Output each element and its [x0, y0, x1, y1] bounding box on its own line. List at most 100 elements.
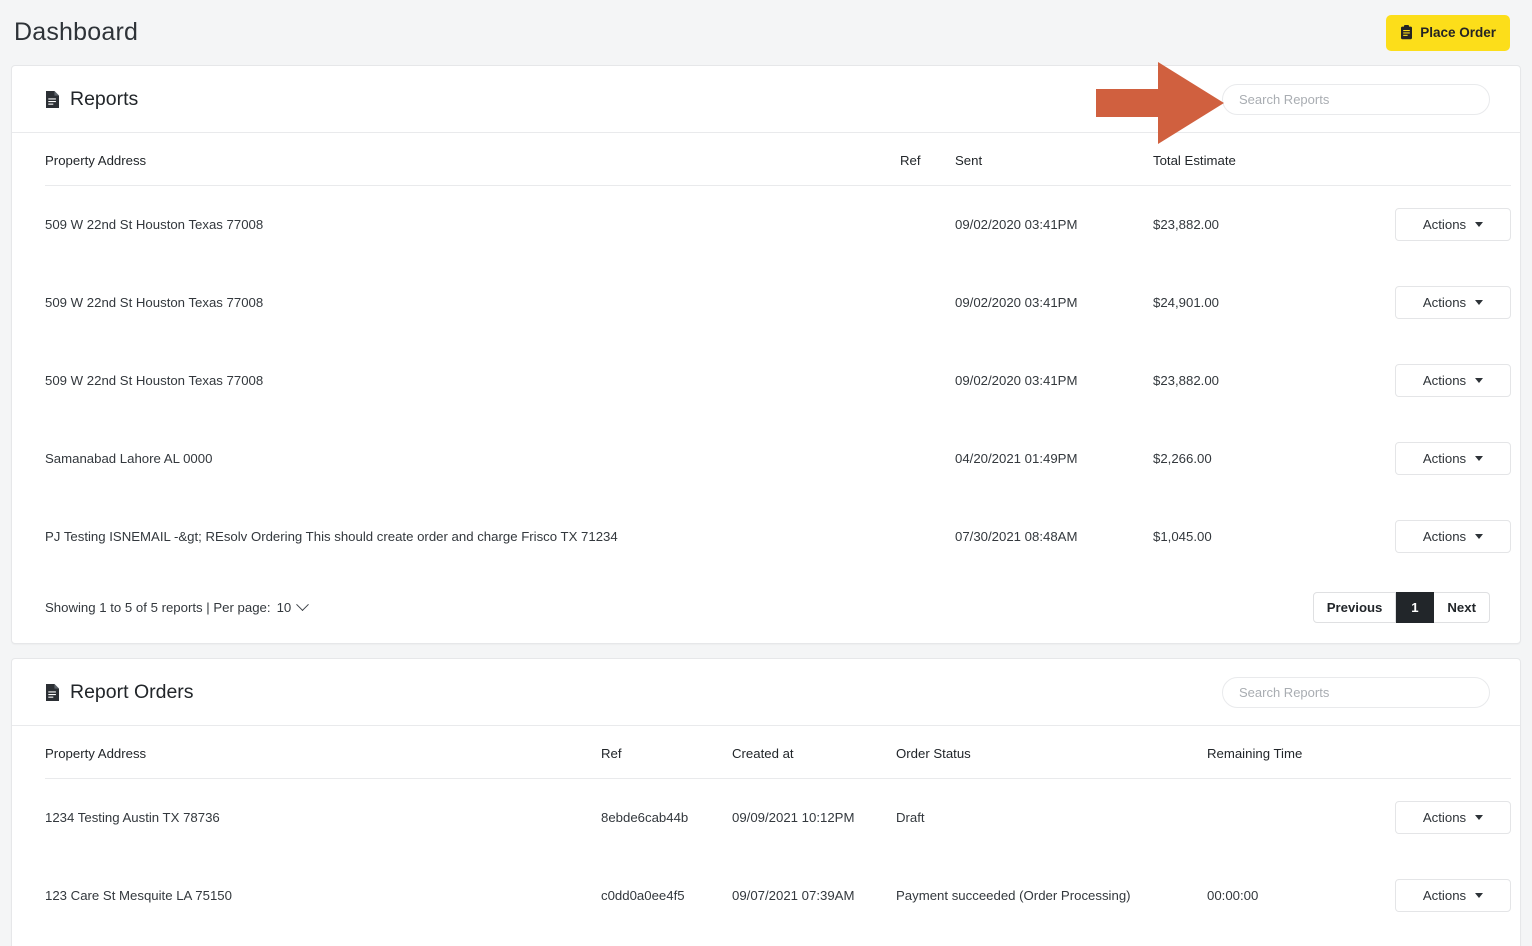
col-total-estimate: Total Estimate — [1153, 133, 1308, 186]
cell-ref — [900, 264, 955, 342]
cell-sent: 04/20/2021 01:49PM — [955, 451, 1078, 466]
cell-order-status: Payment succeeded (Order Processing) — [896, 888, 1131, 903]
reports-table-header-row: Property Address Ref Sent Total Estimate — [45, 133, 1511, 186]
place-order-label: Place Order — [1420, 25, 1496, 40]
reports-title-text: Reports — [70, 87, 139, 110]
chevron-down-icon — [1475, 300, 1484, 305]
table-row[interactable]: 509 W 22nd St Houston Texas 77008 09/02/… — [45, 264, 1511, 342]
showing-summary: Showing 1 to 5 of 5 reports | Per page: … — [45, 598, 310, 615]
actions-label: Actions — [1422, 529, 1467, 544]
cell-total: $23,882.00 — [1153, 217, 1220, 232]
cell-total: $23,882.00 — [1153, 373, 1220, 388]
report-orders-title-text: Report Orders — [70, 680, 194, 703]
cell-order-status: Draft — [896, 810, 925, 825]
actions-button[interactable]: Actions — [1395, 286, 1511, 319]
actions-label: Actions — [1422, 810, 1467, 825]
col-created-at: Created at — [732, 726, 896, 779]
report-orders-card-header: Report Orders — [12, 659, 1520, 726]
actions-button[interactable]: Actions — [1395, 442, 1511, 475]
table-row[interactable]: 123 Care St Link 1 Lahore OK 54000 11f93… — [45, 935, 1511, 946]
reports-card-header: Reports — [12, 66, 1520, 133]
cell-address: PJ Testing ISNEMAIL -&gt; REsolv Orderin… — [45, 529, 618, 544]
dashboard-page: Dashboard Place Order Reports Search Rep… — [0, 0, 1532, 946]
cell-ref — [900, 342, 955, 420]
actions-button[interactable]: Actions — [1395, 801, 1511, 834]
cell-ref: 8ebde6cab44b — [601, 810, 689, 825]
report-orders-card: Report Orders Property Address Ref Creat… — [11, 658, 1521, 946]
chevron-down-icon — [1475, 378, 1484, 383]
report-orders-header-row: Property Address Ref Created at Order St… — [45, 726, 1511, 779]
reports-search-input[interactable] — [1222, 83, 1490, 115]
cell-sent: 09/02/2020 03:41PM — [955, 373, 1078, 388]
report-orders-title: Report Orders — [45, 681, 194, 704]
place-order-button[interactable]: Place Order — [1386, 14, 1510, 51]
cell-remaining-time — [1207, 935, 1346, 946]
actions-button[interactable]: Actions — [1395, 364, 1511, 397]
page-title: Dashboard — [14, 18, 139, 46]
col-property-address: Property Address — [45, 133, 900, 186]
reports-table: Property Address Ref Sent Total Estimate… — [45, 133, 1511, 576]
col-actions — [1308, 133, 1511, 186]
table-row[interactable]: 123 Care St Mesquite LA 75150 c0dd0a0ee4… — [45, 857, 1511, 935]
col-property-address: Property Address — [45, 726, 601, 779]
col-sent: Sent — [955, 133, 1153, 186]
cell-ref: c0dd0a0ee4f5 — [601, 888, 685, 903]
cell-actions: Actions — [1346, 857, 1511, 935]
cell-sent: 09/02/2020 03:41PM — [955, 295, 1078, 310]
cell-actions: Actions — [1308, 186, 1511, 265]
report-orders-table: Property Address Ref Created at Order St… — [45, 726, 1511, 946]
col-actions — [1346, 726, 1511, 779]
actions-button[interactable]: Actions — [1395, 879, 1511, 912]
reports-table-footer: Showing 1 to 5 of 5 reports | Per page: … — [12, 576, 1520, 643]
cell-order-status: Draft — [896, 935, 1207, 946]
actions-button[interactable]: Actions — [1395, 208, 1511, 241]
table-row[interactable]: PJ Testing ISNEMAIL -&gt; REsolv Orderin… — [45, 498, 1511, 576]
cell-ref — [900, 420, 955, 498]
chevron-down-icon — [1475, 893, 1484, 898]
cell-ref — [900, 186, 955, 265]
cell-created-at: 09/02/2021 12:54PM — [732, 935, 896, 946]
table-row[interactable]: 509 W 22nd St Houston Texas 77008 09/02/… — [45, 186, 1511, 265]
actions-label: Actions — [1422, 888, 1467, 903]
report-orders-table-wrap: Property Address Ref Created at Order St… — [12, 726, 1520, 946]
cell-total: $2,266.00 — [1153, 451, 1212, 466]
clipboard-icon — [1400, 25, 1413, 40]
cell-address: 509 W 22nd St Houston Texas 77008 — [45, 295, 264, 310]
actions-label: Actions — [1422, 217, 1467, 232]
col-order-status: Order Status — [896, 726, 1207, 779]
cell-actions: Actions — [1308, 342, 1511, 420]
previous-page-button[interactable]: Previous — [1312, 592, 1397, 623]
actions-label: Actions — [1422, 451, 1467, 466]
cell-remaining-time: 00:00:00 — [1207, 888, 1259, 903]
reports-card: Reports Property Address Ref Sent Total … — [11, 65, 1521, 644]
cell-total: $24,901.00 — [1153, 295, 1220, 310]
actions-label: Actions — [1422, 373, 1467, 388]
reports-title: Reports — [45, 88, 138, 111]
cell-ref: 11f93ff1d880 — [601, 935, 732, 946]
report-orders-search-input[interactable] — [1222, 676, 1490, 708]
document-icon — [45, 683, 60, 702]
chevron-down-icon — [1475, 222, 1484, 227]
cell-total: $1,045.00 — [1153, 529, 1212, 544]
cell-actions: Actions — [1308, 498, 1511, 576]
table-row[interactable]: Samanabad Lahore AL 0000 04/20/2021 01:4… — [45, 420, 1511, 498]
chevron-down-icon — [1475, 815, 1484, 820]
table-row[interactable]: 1234 Testing Austin TX 78736 8ebde6cab44… — [45, 779, 1511, 858]
cell-sent: 09/02/2020 03:41PM — [955, 217, 1078, 232]
per-page-value: 10 — [276, 600, 292, 615]
top-bar: Dashboard Place Order — [0, 0, 1532, 65]
cell-remaining-time — [1207, 779, 1346, 858]
cell-address: 123 Care St Mesquite LA 75150 — [45, 888, 232, 903]
cell-actions: Actions — [1308, 264, 1511, 342]
col-remaining-time: Remaining Time — [1207, 726, 1346, 779]
chevron-down-icon — [1475, 534, 1484, 539]
cell-address: 123 Care St Link 1 Lahore OK 54000 — [45, 935, 601, 946]
next-page-button[interactable]: Next — [1434, 592, 1490, 623]
actions-button[interactable]: Actions — [1395, 520, 1511, 553]
table-row[interactable]: 509 W 22nd St Houston Texas 77008 09/02/… — [45, 342, 1511, 420]
actions-label: Actions — [1422, 295, 1467, 310]
pagination: Previous 1 Next — [1312, 592, 1490, 623]
page-1-button[interactable]: 1 — [1396, 592, 1435, 623]
cell-address: 509 W 22nd St Houston Texas 77008 — [45, 217, 264, 232]
per-page-select[interactable]: 10 — [276, 598, 310, 615]
